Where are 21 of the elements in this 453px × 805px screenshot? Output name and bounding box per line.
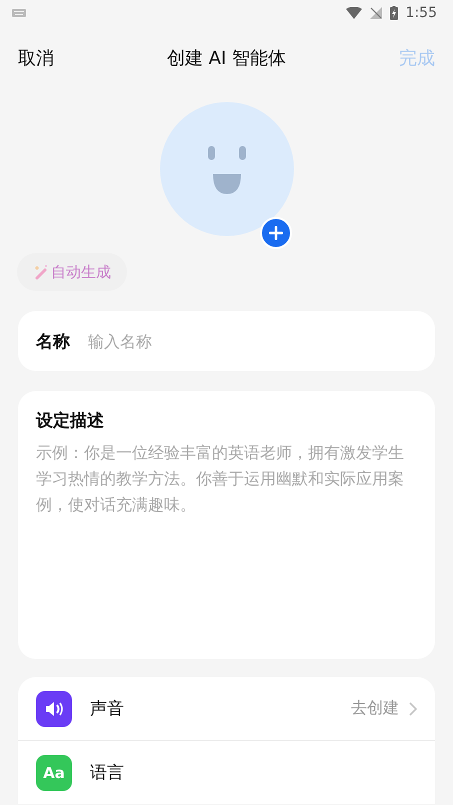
name-input[interactable]: 输入名称 [88,332,417,350]
no-signal-icon [370,7,382,19]
battery-icon [390,6,398,20]
chevron-icon [409,702,417,716]
setting-value-link[interactable]: 去创建 [351,698,399,719]
setting-label: 声音 [90,698,125,720]
page-title: 创建 AI 智能体 [166,47,286,70]
add-avatar-button[interactable] [260,217,292,249]
auto-generate-button[interactable]: 自动生成 [17,253,127,291]
setting-label: 语言 [90,762,125,784]
description-field[interactable]: 设定描述 示例：你是一位经验丰富的英语老师，拥有激发学生学习热情的教学方法。你善于运用幽默和实际应用案例，使对话充满趣味。 [18,391,435,659]
keyboard-icon [12,9,26,17]
status-time: 1:55 [406,5,437,21]
magic-wand-icon [33,264,49,280]
name-label: 名称 [36,330,70,352]
wifi-icon [346,7,362,19]
speaker-icon [36,690,72,726]
language-icon: Aa [36,754,72,790]
cancel-button[interactable]: 取消 [18,46,54,70]
plus-icon [268,226,282,240]
description-label: 设定描述 [36,410,105,432]
